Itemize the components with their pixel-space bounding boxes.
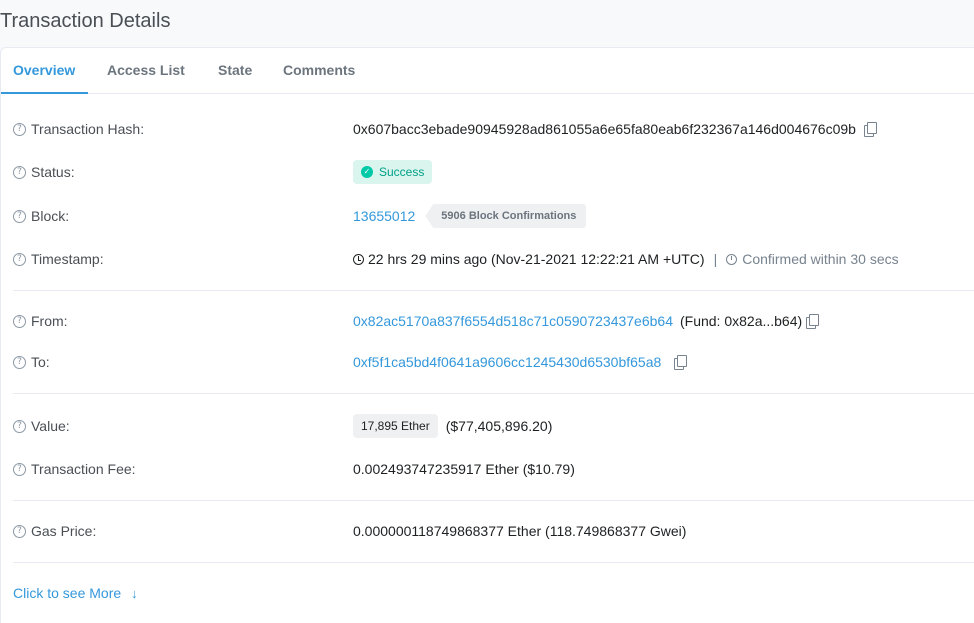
tab-state[interactable]: State: [218, 62, 252, 78]
tab-access-list[interactable]: Access List: [107, 62, 185, 78]
separator: |: [713, 251, 718, 267]
block-number-link[interactable]: 13655012: [353, 208, 415, 224]
section-divider: [13, 562, 974, 563]
help-icon[interactable]: ?: [13, 209, 26, 223]
gas-price-value: 0.000000118749868377 Ether (118.74986837…: [353, 523, 687, 539]
see-more-label: Click to see More: [13, 585, 122, 601]
copy-icon[interactable]: [674, 354, 688, 370]
row-gas-price: ? Gas Price: 0.000000118749868377 Ether (…: [13, 521, 963, 541]
help-icon[interactable]: ?: [13, 122, 26, 136]
transaction-hash-label: Transaction Hash:: [31, 121, 145, 137]
help-icon[interactable]: ?: [13, 419, 26, 433]
page-title: Transaction Details: [0, 10, 171, 32]
section-divider: [13, 290, 974, 291]
copy-icon[interactable]: [863, 121, 877, 137]
row-block: ? Block: 13655012 5906 Block Confirmation…: [13, 204, 963, 228]
tab-bar: Overview Access List State Comments: [1, 48, 974, 94]
from-label: From:: [31, 313, 68, 329]
tab-comments[interactable]: Comments: [283, 62, 355, 78]
timestamp-value: 22 hrs 29 mins ago (Nov-21-2021 12:22:21…: [368, 251, 705, 267]
tab-overview[interactable]: Overview: [13, 62, 75, 78]
copy-icon[interactable]: [806, 313, 820, 329]
status-value: Success: [379, 165, 425, 179]
to-address-link[interactable]: 0xf5f1ca5bd4f0641a9606cc1245430d6530bf65…: [353, 354, 661, 370]
row-value: ? Value: 17,895 Ether ($77,405,896.20): [13, 414, 963, 438]
gas-price-label: Gas Price:: [31, 523, 97, 539]
status-badge: ✓ Success: [353, 160, 433, 184]
active-tab-indicator: [1, 92, 88, 94]
transaction-fee-label: Transaction Fee:: [31, 461, 136, 477]
row-transaction-fee: ? Transaction Fee: 0.002493747235917 Ethe…: [13, 459, 963, 479]
clock-icon: [353, 253, 364, 265]
help-icon[interactable]: ?: [13, 355, 26, 369]
help-icon[interactable]: ?: [13, 462, 26, 476]
row-from: ? From: 0x82ac5170a837f6554d518c71c059072…: [13, 311, 963, 331]
section-divider: [13, 393, 974, 394]
help-icon[interactable]: ?: [13, 252, 26, 266]
value-label: Value:: [31, 418, 70, 434]
to-label: To:: [31, 354, 50, 370]
stopwatch-icon: [726, 253, 738, 265]
confirmed-within-text: Confirmed within 30 secs: [742, 251, 899, 267]
help-icon[interactable]: ?: [13, 165, 26, 179]
row-to: ? To: 0xf5f1ca5bd4f0641a9606cc1245430d653…: [13, 352, 963, 372]
transaction-card: Overview Access List State Comments ? Tra…: [0, 47, 974, 623]
block-confirmations-badge: 5906 Block Confirmations: [425, 204, 587, 228]
row-status: ? Status: ✓ Success: [13, 160, 963, 184]
fund-text: (Fund: 0x82a...b64): [679, 313, 803, 329]
usd-value: ($77,405,896.20): [445, 418, 553, 434]
transaction-hash-value: 0x607bacc3ebade90945928ad861055a6e65fa80…: [353, 121, 856, 137]
row-transaction-hash: ? Transaction Hash: 0x607bacc3ebade909459…: [13, 119, 963, 139]
timestamp-label: Timestamp:: [31, 251, 104, 267]
block-label: Block:: [31, 208, 70, 224]
help-icon[interactable]: ?: [13, 314, 26, 328]
from-address-link[interactable]: 0x82ac5170a837f6554d518c71c0590723437e6b…: [353, 313, 673, 329]
help-icon[interactable]: ?: [13, 524, 26, 538]
status-label: Status:: [31, 164, 75, 180]
row-timestamp: ? Timestamp: 22 hrs 29 mins ago (Nov-21-2…: [13, 249, 963, 269]
section-divider: [13, 500, 974, 501]
ether-value-badge: 17,895 Ether: [353, 414, 438, 438]
arrow-down-icon: ↓: [131, 585, 138, 601]
see-more-link[interactable]: Click to see More ↓: [13, 585, 138, 601]
check-circle-icon: ✓: [361, 166, 373, 178]
transaction-fee-value: 0.002493747235917 Ether ($10.79): [353, 461, 575, 477]
